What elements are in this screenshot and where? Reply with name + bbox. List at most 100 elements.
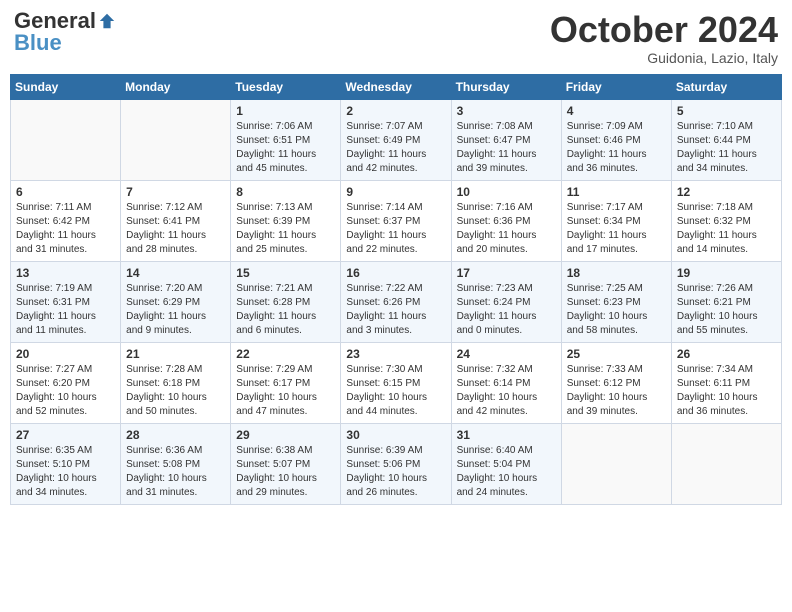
logo: General Blue bbox=[14, 10, 116, 55]
calendar-cell: 17 Sunrise: 7:23 AM Sunset: 6:24 PM Dayli… bbox=[451, 261, 561, 342]
day-info: Sunrise: 6:38 AM Sunset: 5:07 PM Dayligh… bbox=[236, 444, 335, 500]
day-info: Sunrise: 7:34 AM Sunset: 6:11 PM Dayligh… bbox=[677, 363, 776, 419]
calendar-cell: 19 Sunrise: 7:26 AM Sunset: 6:21 PM Dayli… bbox=[671, 261, 781, 342]
day-info: Sunrise: 7:23 AM Sunset: 6:24 PM Dayligh… bbox=[457, 282, 556, 338]
calendar-cell: 15 Sunrise: 7:21 AM Sunset: 6:28 PM Dayli… bbox=[231, 261, 341, 342]
day-info: Sunrise: 6:36 AM Sunset: 5:08 PM Dayligh… bbox=[126, 444, 225, 500]
day-number: 25 bbox=[567, 347, 666, 361]
calendar-cell: 24 Sunrise: 7:32 AM Sunset: 6:14 PM Dayli… bbox=[451, 342, 561, 423]
calendar-cell bbox=[561, 423, 671, 504]
calendar-cell: 5 Sunrise: 7:10 AM Sunset: 6:44 PM Daylig… bbox=[671, 99, 781, 180]
day-number: 14 bbox=[126, 266, 225, 280]
day-info: Sunrise: 7:22 AM Sunset: 6:26 PM Dayligh… bbox=[346, 282, 445, 338]
day-info: Sunrise: 7:27 AM Sunset: 6:20 PM Dayligh… bbox=[16, 363, 115, 419]
day-info: Sunrise: 7:30 AM Sunset: 6:15 PM Dayligh… bbox=[346, 363, 445, 419]
calendar-cell: 23 Sunrise: 7:30 AM Sunset: 6:15 PM Dayli… bbox=[341, 342, 451, 423]
calendar-cell: 3 Sunrise: 7:08 AM Sunset: 6:47 PM Daylig… bbox=[451, 99, 561, 180]
day-info: Sunrise: 7:19 AM Sunset: 6:31 PM Dayligh… bbox=[16, 282, 115, 338]
day-header-monday: Monday bbox=[121, 74, 231, 99]
day-info: Sunrise: 7:17 AM Sunset: 6:34 PM Dayligh… bbox=[567, 201, 666, 257]
calendar-cell: 22 Sunrise: 7:29 AM Sunset: 6:17 PM Dayli… bbox=[231, 342, 341, 423]
day-info: Sunrise: 7:07 AM Sunset: 6:49 PM Dayligh… bbox=[346, 120, 445, 176]
day-number: 21 bbox=[126, 347, 225, 361]
day-info: Sunrise: 6:39 AM Sunset: 5:06 PM Dayligh… bbox=[346, 444, 445, 500]
calendar-cell: 2 Sunrise: 7:07 AM Sunset: 6:49 PM Daylig… bbox=[341, 99, 451, 180]
calendar-cell: 1Sunrise: 7:06 AM Sunset: 6:51 PM Daylig… bbox=[231, 99, 341, 180]
calendar-cell: 31 Sunrise: 6:40 AM Sunset: 5:04 PM Dayli… bbox=[451, 423, 561, 504]
week-row-2: 6 Sunrise: 7:11 AM Sunset: 6:42 PM Daylig… bbox=[11, 180, 782, 261]
calendar-cell: 10Sunrise: 7:16 AM Sunset: 6:36 PM Dayli… bbox=[451, 180, 561, 261]
day-info: Sunrise: 7:06 AM Sunset: 6:51 PM Dayligh… bbox=[236, 120, 335, 176]
day-number: 4 bbox=[567, 104, 666, 118]
calendar-cell: 26Sunrise: 7:34 AM Sunset: 6:11 PM Dayli… bbox=[671, 342, 781, 423]
calendar-cell: 11Sunrise: 7:17 AM Sunset: 6:34 PM Dayli… bbox=[561, 180, 671, 261]
day-number: 9 bbox=[346, 185, 445, 199]
day-number: 6 bbox=[16, 185, 115, 199]
day-info: Sunrise: 7:20 AM Sunset: 6:29 PM Dayligh… bbox=[126, 282, 225, 338]
day-info: Sunrise: 7:16 AM Sunset: 6:36 PM Dayligh… bbox=[457, 201, 556, 257]
day-number: 5 bbox=[677, 104, 776, 118]
day-number: 30 bbox=[346, 428, 445, 442]
calendar-cell: 9Sunrise: 7:14 AM Sunset: 6:37 PM Daylig… bbox=[341, 180, 451, 261]
day-number: 2 bbox=[346, 104, 445, 118]
day-info: Sunrise: 7:11 AM Sunset: 6:42 PM Dayligh… bbox=[16, 201, 115, 257]
week-row-5: 27Sunrise: 6:35 AM Sunset: 5:10 PM Dayli… bbox=[11, 423, 782, 504]
day-info: Sunrise: 6:40 AM Sunset: 5:04 PM Dayligh… bbox=[457, 444, 556, 500]
month-title: October 2024 bbox=[550, 10, 778, 50]
day-number: 15 bbox=[236, 266, 335, 280]
calendar-cell: 13 Sunrise: 7:19 AM Sunset: 6:31 PM Dayli… bbox=[11, 261, 121, 342]
day-number: 23 bbox=[346, 347, 445, 361]
week-row-1: 1Sunrise: 7:06 AM Sunset: 6:51 PM Daylig… bbox=[11, 99, 782, 180]
day-info: Sunrise: 7:08 AM Sunset: 6:47 PM Dayligh… bbox=[457, 120, 556, 176]
day-number: 13 bbox=[16, 266, 115, 280]
calendar-cell: 8 Sunrise: 7:13 AM Sunset: 6:39 PM Daylig… bbox=[231, 180, 341, 261]
day-header-tuesday: Tuesday bbox=[231, 74, 341, 99]
day-header-friday: Friday bbox=[561, 74, 671, 99]
week-row-3: 13 Sunrise: 7:19 AM Sunset: 6:31 PM Dayli… bbox=[11, 261, 782, 342]
calendar-cell: 16 Sunrise: 7:22 AM Sunset: 6:26 PM Dayli… bbox=[341, 261, 451, 342]
day-number: 7 bbox=[126, 185, 225, 199]
logo-general-text: General bbox=[14, 10, 96, 32]
calendar-cell: 21Sunrise: 7:28 AM Sunset: 6:18 PM Dayli… bbox=[121, 342, 231, 423]
day-number: 3 bbox=[457, 104, 556, 118]
week-row-4: 20Sunrise: 7:27 AM Sunset: 6:20 PM Dayli… bbox=[11, 342, 782, 423]
calendar-cell: 30 Sunrise: 6:39 AM Sunset: 5:06 PM Dayli… bbox=[341, 423, 451, 504]
day-number: 29 bbox=[236, 428, 335, 442]
day-header-saturday: Saturday bbox=[671, 74, 781, 99]
day-info: Sunrise: 7:29 AM Sunset: 6:17 PM Dayligh… bbox=[236, 363, 335, 419]
calendar-cell: 18Sunrise: 7:25 AM Sunset: 6:23 PM Dayli… bbox=[561, 261, 671, 342]
calendar-cell: 20Sunrise: 7:27 AM Sunset: 6:20 PM Dayli… bbox=[11, 342, 121, 423]
day-info: Sunrise: 7:13 AM Sunset: 6:39 PM Dayligh… bbox=[236, 201, 335, 257]
calendar-header-row: SundayMondayTuesdayWednesdayThursdayFrid… bbox=[11, 74, 782, 99]
day-number: 22 bbox=[236, 347, 335, 361]
day-info: Sunrise: 7:32 AM Sunset: 6:14 PM Dayligh… bbox=[457, 363, 556, 419]
day-info: Sunrise: 7:26 AM Sunset: 6:21 PM Dayligh… bbox=[677, 282, 776, 338]
day-number: 28 bbox=[126, 428, 225, 442]
day-header-sunday: Sunday bbox=[11, 74, 121, 99]
day-info: Sunrise: 7:33 AM Sunset: 6:12 PM Dayligh… bbox=[567, 363, 666, 419]
calendar-cell bbox=[121, 99, 231, 180]
day-info: Sunrise: 7:25 AM Sunset: 6:23 PM Dayligh… bbox=[567, 282, 666, 338]
day-number: 31 bbox=[457, 428, 556, 442]
day-number: 8 bbox=[236, 185, 335, 199]
day-info: Sunrise: 7:18 AM Sunset: 6:32 PM Dayligh… bbox=[677, 201, 776, 257]
calendar-cell: 12 Sunrise: 7:18 AM Sunset: 6:32 PM Dayli… bbox=[671, 180, 781, 261]
calendar-cell: 25 Sunrise: 7:33 AM Sunset: 6:12 PM Dayli… bbox=[561, 342, 671, 423]
calendar-cell: 6 Sunrise: 7:11 AM Sunset: 6:42 PM Daylig… bbox=[11, 180, 121, 261]
day-number: 19 bbox=[677, 266, 776, 280]
calendar-table: SundayMondayTuesdayWednesdayThursdayFrid… bbox=[10, 74, 782, 505]
page-header: General Blue October 2024 Guidonia, Lazi… bbox=[10, 10, 782, 66]
day-number: 24 bbox=[457, 347, 556, 361]
day-number: 12 bbox=[677, 185, 776, 199]
day-header-thursday: Thursday bbox=[451, 74, 561, 99]
location: Guidonia, Lazio, Italy bbox=[550, 50, 778, 66]
calendar-cell: 27Sunrise: 6:35 AM Sunset: 5:10 PM Dayli… bbox=[11, 423, 121, 504]
day-number: 17 bbox=[457, 266, 556, 280]
day-number: 27 bbox=[16, 428, 115, 442]
day-header-wednesday: Wednesday bbox=[341, 74, 451, 99]
day-number: 16 bbox=[346, 266, 445, 280]
calendar-cell: 28 Sunrise: 6:36 AM Sunset: 5:08 PM Dayli… bbox=[121, 423, 231, 504]
calendar-cell: 14 Sunrise: 7:20 AM Sunset: 6:29 PM Dayli… bbox=[121, 261, 231, 342]
day-info: Sunrise: 7:10 AM Sunset: 6:44 PM Dayligh… bbox=[677, 120, 776, 176]
day-info: Sunrise: 7:21 AM Sunset: 6:28 PM Dayligh… bbox=[236, 282, 335, 338]
